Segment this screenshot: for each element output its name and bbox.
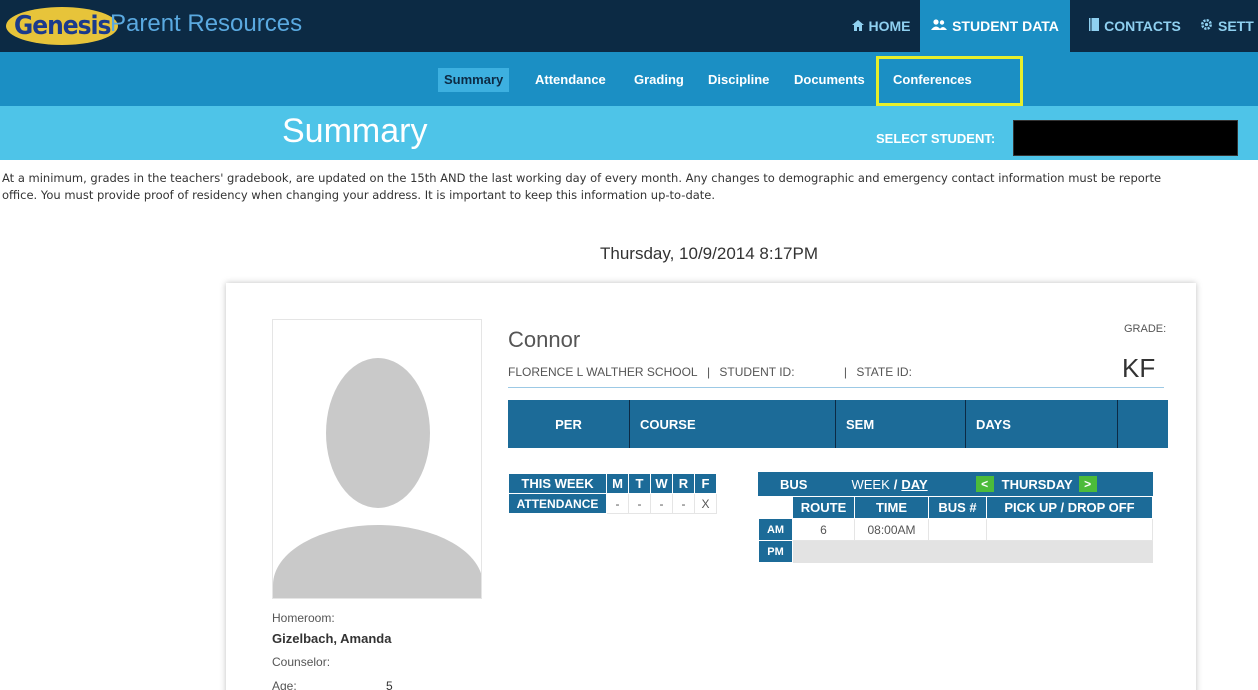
student-select-dropdown[interactable] bbox=[1013, 120, 1238, 156]
genesis-logo[interactable]: Genesis bbox=[6, 6, 119, 46]
bus-am-row: AM 6 08:00AM bbox=[758, 518, 1153, 541]
am-time: 08:00AM bbox=[854, 518, 929, 541]
age-label: Age: bbox=[272, 679, 297, 690]
app-title: Parent Resources bbox=[110, 10, 303, 37]
col-days[interactable]: DAYS bbox=[966, 400, 1118, 448]
avatar-body-shape bbox=[273, 525, 481, 598]
age-value: 5 bbox=[386, 679, 393, 690]
pm-label: PM bbox=[758, 540, 793, 563]
nav-settings[interactable]: SETT bbox=[1200, 0, 1258, 52]
home-icon bbox=[851, 18, 864, 34]
schedule-header: PER COURSE SEM DAYS bbox=[508, 400, 1168, 448]
homeroom-label: Homeroom: bbox=[272, 611, 335, 625]
col-pickup-dropoff: PICK UP / DROP OFF bbox=[986, 496, 1153, 519]
attendance-row: ATTENDANCE - - - - X bbox=[508, 493, 717, 514]
separator: | bbox=[843, 365, 847, 379]
nav-home-label: HOME bbox=[868, 18, 911, 34]
col-bus-number: BUS # bbox=[928, 496, 987, 519]
school-name: FLORENCE L WALTHER SCHOOL bbox=[508, 365, 698, 379]
current-datetime: Thursday, 10/9/2014 8:17PM bbox=[600, 244, 818, 263]
nav-student-data-label: STUDENT DATA bbox=[952, 18, 1059, 34]
day-w: W bbox=[650, 473, 673, 494]
bus-day-toggle[interactable]: DAY bbox=[901, 477, 927, 492]
select-student-label: SELECT STUDENT: bbox=[876, 131, 996, 146]
week-attendance-table: THIS WEEK M T W R F ATTENDANCE - - - - X bbox=[508, 473, 717, 514]
nav-contacts-label: CONTACTS bbox=[1104, 18, 1181, 34]
tab-summary[interactable]: Summary bbox=[438, 68, 510, 92]
bus-pm-row: PM bbox=[758, 540, 1153, 563]
col-time: TIME bbox=[854, 496, 929, 519]
counselor-label: Counselor: bbox=[272, 655, 331, 669]
separator: | bbox=[706, 365, 711, 379]
am-stop bbox=[986, 518, 1153, 541]
attendance-w: - bbox=[650, 493, 673, 514]
col-extra bbox=[1118, 400, 1168, 448]
attendance-f: X bbox=[694, 493, 717, 514]
conferences-highlight-box bbox=[876, 56, 1023, 106]
notice-text: At a minimum, grades in the teachers' gr… bbox=[0, 170, 1258, 204]
sub-nav: Summary Attendance Grading Discipline Do… bbox=[0, 52, 1258, 106]
notice-line-2: office. You must provide proof of reside… bbox=[2, 188, 716, 202]
grade-value: KF bbox=[1122, 353, 1156, 383]
page-title: Summary bbox=[282, 112, 428, 150]
col-course[interactable]: COURSE bbox=[630, 400, 836, 448]
state-id-label: STATE ID: bbox=[856, 365, 912, 379]
tab-documents[interactable]: Documents bbox=[794, 68, 865, 92]
col-per[interactable]: PER bbox=[508, 400, 630, 448]
avatar-head-shape bbox=[326, 358, 430, 508]
bus-panel: BUS WEEK / DAY < THURSDAY > ROUTE TIME B… bbox=[758, 472, 1153, 563]
header-divider bbox=[508, 387, 1164, 388]
bus-title: BUS bbox=[780, 476, 808, 492]
am-route: 6 bbox=[792, 518, 855, 541]
student-photo-placeholder bbox=[272, 319, 482, 599]
this-week-header: THIS WEEK bbox=[508, 473, 607, 494]
week-header-row: THIS WEEK M T W R F bbox=[508, 473, 717, 494]
bus-header: BUS WEEK / DAY < THURSDAY > bbox=[758, 472, 1153, 496]
tab-grading[interactable]: Grading bbox=[634, 68, 684, 92]
day-r: R bbox=[672, 473, 695, 494]
nav-student-data[interactable]: STUDENT DATA bbox=[920, 0, 1070, 52]
bus-day-label: THURSDAY bbox=[1001, 476, 1073, 492]
col-sem[interactable]: SEM bbox=[836, 400, 966, 448]
bus-corner-cell bbox=[758, 496, 793, 519]
bus-column-row: ROUTE TIME BUS # PICK UP / DROP OFF bbox=[758, 496, 1153, 519]
nav-home[interactable]: HOME bbox=[842, 0, 920, 52]
tab-attendance[interactable]: Attendance bbox=[535, 68, 606, 92]
col-route: ROUTE bbox=[792, 496, 855, 519]
logo-text: Genesis bbox=[14, 11, 111, 41]
users-icon bbox=[931, 18, 948, 34]
nav-contacts[interactable]: CONTACTS bbox=[1080, 0, 1190, 52]
student-name: Connor bbox=[508, 327, 581, 352]
day-t: T bbox=[628, 473, 651, 494]
am-label: AM bbox=[758, 518, 793, 541]
top-bar: Genesis Parent Resources HOME STUDENT DA… bbox=[0, 0, 1258, 52]
logo-oval: Genesis bbox=[6, 7, 119, 45]
student-summary-card: Homeroom: Gizelbach, Amanda Counselor: A… bbox=[226, 283, 1196, 690]
notice-line-1: At a minimum, grades in the teachers' gr… bbox=[2, 171, 1162, 185]
day-f: F bbox=[694, 473, 717, 494]
attendance-label: ATTENDANCE bbox=[508, 493, 607, 514]
attendance-m: - bbox=[606, 493, 629, 514]
tab-discipline[interactable]: Discipline bbox=[708, 68, 769, 92]
bus-next-day-button[interactable]: > bbox=[1078, 476, 1097, 492]
am-bus bbox=[928, 518, 987, 541]
student-id-label: STUDENT ID: bbox=[719, 365, 795, 379]
nav-settings-label: SETT bbox=[1218, 18, 1254, 34]
grade-label: GRADE: bbox=[1124, 323, 1167, 335]
bus-table: ROUTE TIME BUS # PICK UP / DROP OFF AM 6… bbox=[758, 496, 1153, 563]
pm-empty bbox=[792, 540, 1153, 563]
school-info-line: FLORENCE L WALTHER SCHOOL | STUDENT ID: … bbox=[508, 365, 918, 379]
book-icon bbox=[1089, 18, 1100, 34]
attendance-r: - bbox=[672, 493, 695, 514]
day-m: M bbox=[606, 473, 629, 494]
gear-icon bbox=[1200, 18, 1213, 34]
bus-prev-day-button[interactable]: < bbox=[975, 476, 994, 492]
homeroom-value: Gizelbach, Amanda bbox=[272, 631, 392, 646]
attendance-t: - bbox=[628, 493, 651, 514]
bus-toggle-separator: / bbox=[893, 476, 898, 492]
bus-week-toggle[interactable]: WEEK bbox=[851, 477, 889, 492]
